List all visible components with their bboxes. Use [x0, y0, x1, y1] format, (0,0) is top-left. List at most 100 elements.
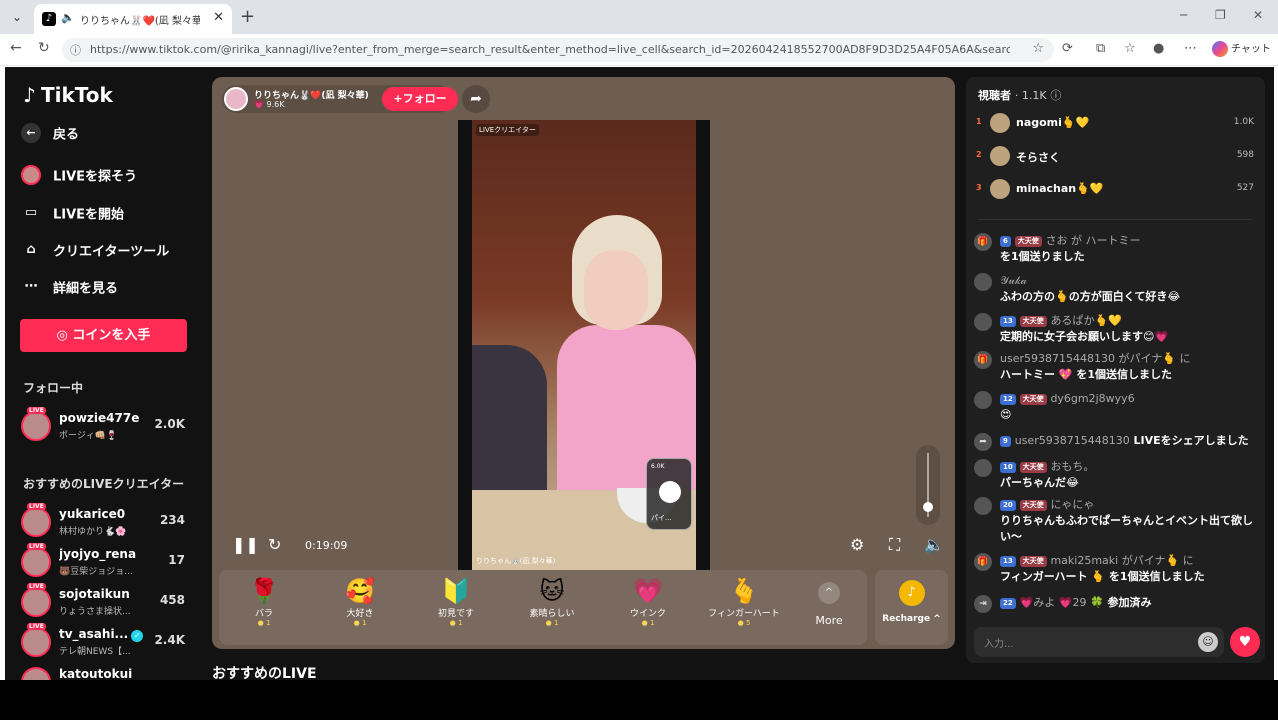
chat-message[interactable]: 𝒴𝓊𝓀𝒶 ふわの方の🫰の方が面白くて好き😂 [974, 273, 1259, 305]
chat-message[interactable]: 13 大天使 あるぱか🫰💛 定期的に女子会お願いします😊💗 [974, 313, 1259, 345]
host-info[interactable]: りりちゃん🐰❤️(凪 梨々華) 💗 9.6K +フォロー [222, 85, 458, 113]
creator-row[interactable]: LIVE sojotaikun りょうさま操状... 458 [21, 583, 189, 621]
coin-button-label: コインを入手 [72, 328, 151, 343]
speaker-icon[interactable]: 🔈 [61, 11, 75, 24]
creator-row[interactable]: LIVE yukarice0 林村ゆかり🐇🌸 234 [21, 503, 189, 541]
follow-button[interactable]: +フォロー [382, 87, 458, 111]
rank-score: 598 [1236, 150, 1254, 160]
gift-name: 素晴らしい [529, 609, 575, 619]
favorite-star-icon[interactable]: ☆ [1032, 41, 1044, 56]
chat-message[interactable]: 🎁 6 大天使 さお が ハートミー を1個送りました [974, 233, 1259, 265]
url-text[interactable]: https://www.tiktok.com/@ririka_kannagi/l… [90, 43, 1010, 56]
chat-message[interactable]: 🎁 user5938715448130 がパイナ🫰 にハートミー 💖 を1個送信し… [974, 351, 1259, 383]
fan-badge: 大天使 [1019, 315, 1047, 327]
tab-list-icon[interactable]: ⌄ [6, 6, 28, 28]
gift-name: バラ [254, 609, 273, 619]
volume-icon[interactable]: 🔈 [924, 535, 944, 554]
share-icon[interactable]: ➦ [462, 85, 490, 113]
restore-icon[interactable]: ❐ [1215, 8, 1226, 22]
close-tab-icon[interactable]: ✕ [213, 10, 224, 25]
back-arrow-icon[interactable]: ← [10, 40, 22, 56]
chat-message[interactable]: 10 大天使 おもち。 パーちゃんだ😂 [974, 459, 1259, 491]
extensions-icon[interactable]: ⟳ [1062, 41, 1073, 56]
chat-message[interactable]: ⇥ 22 💗みよ 💗29 🍀 参加済み [974, 595, 1259, 613]
guest-mini-window[interactable]: 6.0K パイ... [646, 458, 692, 530]
close-window-icon[interactable]: ✕ [1253, 8, 1263, 22]
sidebar-item-start-live[interactable]: ▭ LIVEを開始 [21, 203, 124, 231]
viewers-header[interactable]: 視聴者 · 1.1K ⓘ [978, 87, 1061, 103]
following-title: フォロー中 [23, 381, 84, 395]
url-bar[interactable]: ⓘ https://www.tiktok.com/@ririka_kannagi… [62, 38, 1054, 62]
video-person-face [584, 250, 648, 330]
creator-row[interactable]: LIVE jyojyo_rena 🐻豆柴ジョジョ... 17 [21, 543, 189, 581]
live-badge: LIVE [27, 407, 46, 414]
sidebar-item-label: クリエイターツール [53, 244, 170, 260]
split-screen-icon[interactable]: ⧉ [1096, 41, 1105, 56]
chat-input[interactable]: 入力... ☺ [974, 627, 1224, 657]
chat-message[interactable]: ➦ 9 user5938715448130 LIVEをシェアしました [974, 433, 1259, 451]
chat-message[interactable]: 12 大天使 dy6gm2j8wyy6 😍 [974, 391, 1259, 423]
avatar [21, 547, 51, 577]
sidebar-item-creator-tools[interactable]: ⌂ クリエイターツール [21, 240, 169, 268]
scrollbar[interactable] [1265, 67, 1274, 680]
avatar [974, 391, 992, 409]
minimize-icon[interactable]: ─ [1180, 8, 1187, 22]
creator-sub: テレ朝NEWS【... [59, 647, 131, 657]
emoji-icon[interactable]: ☺ [1198, 632, 1218, 652]
avatar [974, 459, 992, 477]
gift-item[interactable]: 🥰 大好き ● 1 [315, 576, 405, 640]
creator-name: jyojyo_rena [59, 547, 137, 561]
sidebar-item-explore-live[interactable]: LIVEを探そう [21, 165, 137, 193]
gift-item[interactable]: 🐱 素晴らしい ● 1 [507, 576, 597, 640]
active-tab[interactable]: ♪ 🔈 りりちゃん🐰❤️(凪 梨々華) (@ri... ✕ [34, 4, 232, 34]
creator-row[interactable]: LIVE tv_asahi... ✓ テレ朝NEWS【... 2.4K [21, 623, 189, 661]
volume-knob[interactable] [923, 502, 933, 512]
volume-slider[interactable] [916, 445, 940, 525]
more-gifts-button[interactable]: ^ More [809, 582, 849, 627]
gift-item[interactable]: 🫰 フィンガーハート ● 5 [699, 576, 789, 640]
reload-icon[interactable]: ↻ [268, 535, 281, 554]
gift-price-value: 5 [745, 619, 751, 627]
ranking-row[interactable]: 3 minachan🫰💛 527 [976, 177, 1258, 203]
site-info-icon[interactable]: ⓘ [70, 42, 81, 58]
favorites-icon[interactable]: ☆ [1124, 41, 1136, 56]
gift-price: ● 1 [641, 619, 655, 627]
more-menu-icon[interactable]: ⋯ [1184, 41, 1197, 56]
chat-message[interactable]: 20 大天使 にゃにゃ りりちゃんもふわでぱーちゃんとイベント出て欲しい〜 [974, 497, 1259, 545]
creator-name: sojotaikun [59, 587, 130, 601]
get-coins-button[interactable]: ◎ コインを入手 [20, 319, 187, 352]
recharge-button[interactable]: ♪ Recharge ^ [875, 570, 948, 645]
gift-name: ウインク [629, 609, 666, 619]
creator-row[interactable]: katoutokui [21, 663, 189, 680]
creator-row[interactable]: LIVE powzie477e ポージィ👊🏼🍷 2.0K [21, 407, 189, 445]
chat-input-placeholder[interactable]: 入力... [984, 635, 1014, 650]
refresh-icon[interactable]: ↻ [38, 40, 50, 56]
live-timer: 0:19:09 [305, 539, 348, 552]
chat-username: 💗みよ 💗29 🍀 [1019, 596, 1104, 609]
fullscreen-icon[interactable]: ⛶ [889, 535, 900, 555]
settings-icon[interactable]: ⚙ [850, 535, 864, 554]
sidebar-item-label: LIVEを探そう [53, 169, 138, 185]
first-time-icon: 🔰 [441, 577, 471, 605]
gift-item[interactable]: 🌹 バラ ● 1 [219, 576, 309, 640]
new-tab-icon[interactable]: + [240, 6, 255, 28]
host-avatar[interactable] [224, 87, 248, 111]
live-video[interactable]: LIVEクリエイター 6.0K パイ... りりちゃん🐰(凪 梨々華) [458, 120, 710, 570]
gift-item[interactable]: 🔰 初見です ● 1 [411, 576, 501, 640]
chat-username: maki25maki がパイナ🫰 に [1050, 554, 1194, 567]
gift-item[interactable]: 💗 ウインク ● 1 [603, 576, 693, 640]
like-heart-button[interactable]: ♥ [1230, 627, 1260, 657]
level-badge: 6 [1000, 235, 1011, 247]
avatar [990, 179, 1010, 199]
copilot-button[interactable]: チャット [1212, 40, 1271, 57]
ranking-row[interactable]: 2 そらさく 598 [976, 144, 1258, 170]
help-icon[interactable]: ⓘ [1050, 89, 1061, 102]
tiktok-logo[interactable]: ♪ TikTok [23, 83, 113, 107]
chat-message[interactable]: 🎁 13 大天使 maki25maki がパイナ🫰 にフィンガーハート 🫰 を1個… [974, 553, 1259, 585]
back-button[interactable]: ← 戻る [21, 123, 79, 151]
live-player[interactable]: りりちゃん🐰❤️(凪 梨々華) 💗 9.6K +フォロー ➦ LIVEクリエイタ… [212, 77, 955, 649]
ranking-row[interactable]: 1 nagomi🫰💛 1.0K [976, 111, 1258, 137]
profile-icon[interactable]: ● [1153, 41, 1164, 56]
sidebar-item-more[interactable]: ⋯ 詳細を見る [21, 277, 119, 305]
pause-icon[interactable]: ❚❚ [232, 535, 259, 554]
